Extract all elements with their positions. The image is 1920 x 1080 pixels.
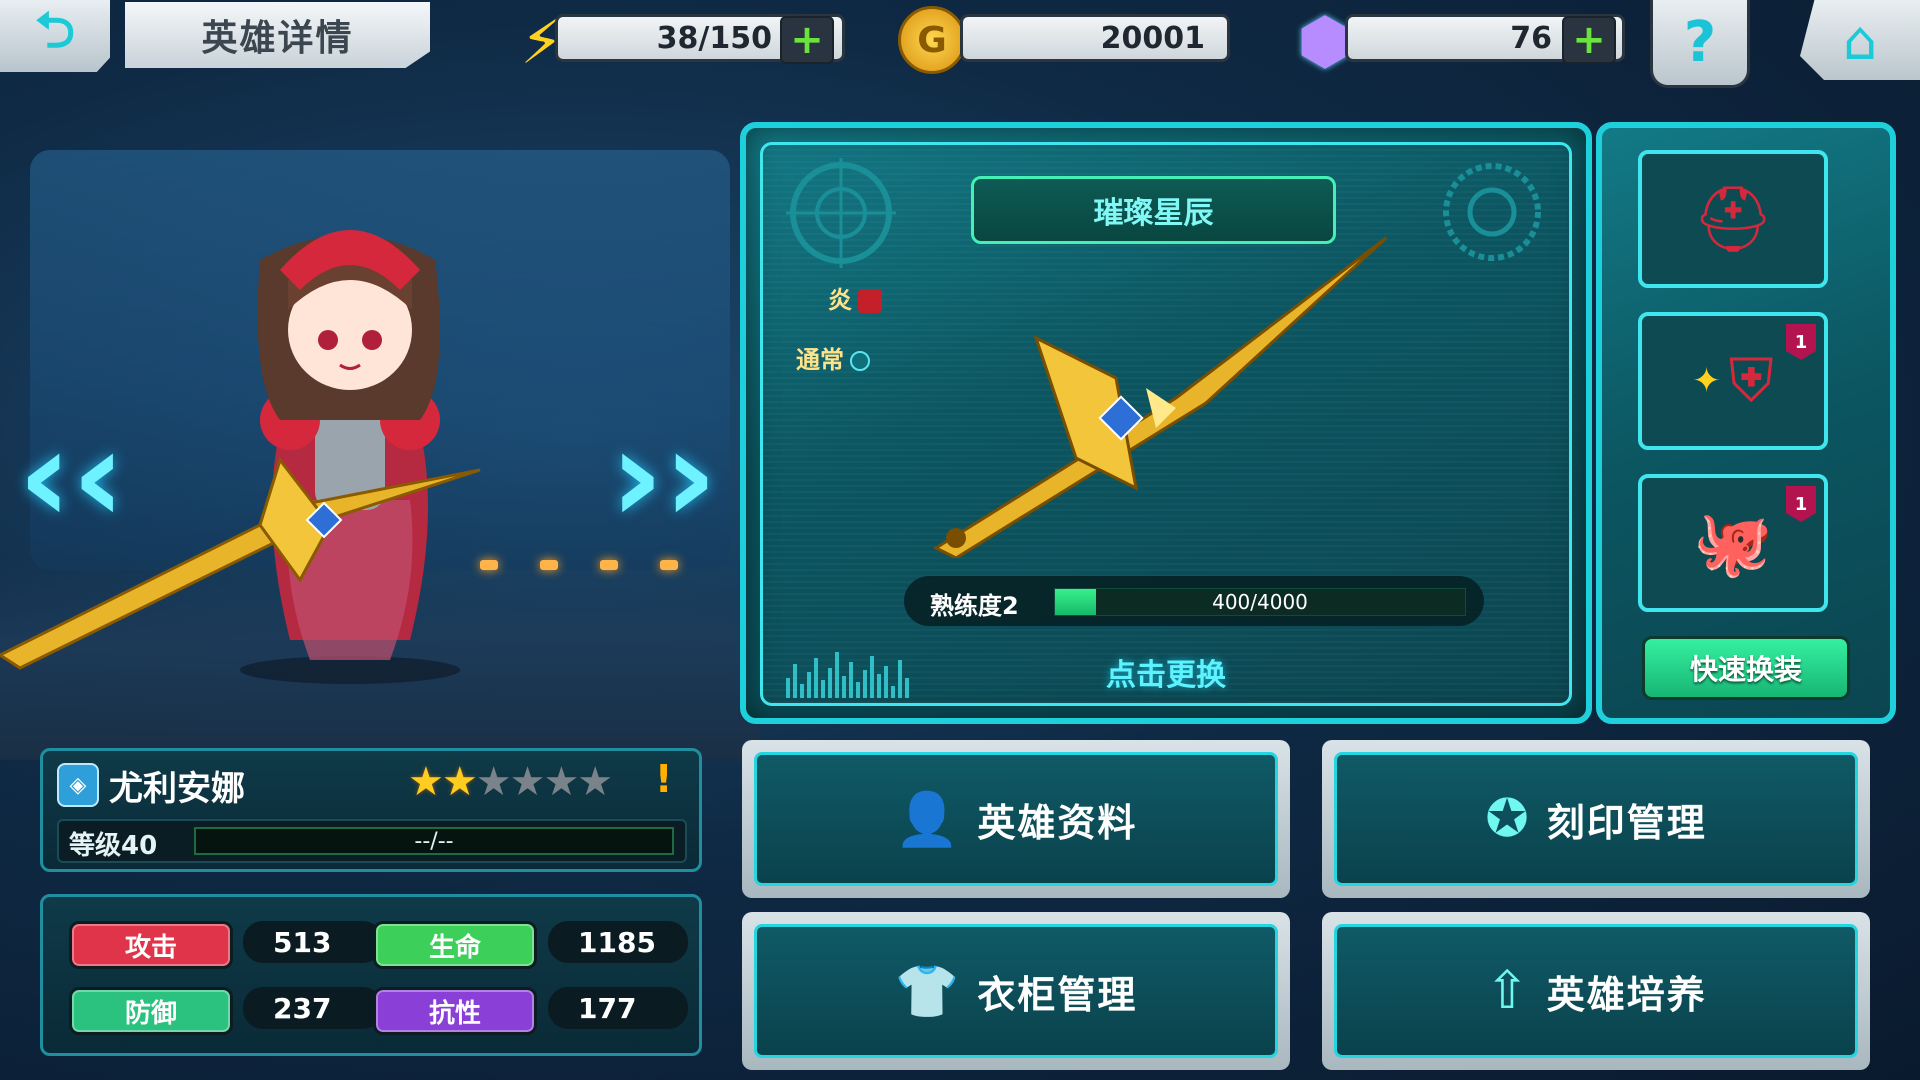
background-light — [660, 560, 678, 570]
hero-star-rating: ★★★★★★ — [408, 759, 613, 805]
sparkle-icon: ✦ — [1692, 361, 1721, 401]
imprint-button-face: ✪ 刻印管理 — [1334, 752, 1858, 886]
octopus-pet-icon: 🐙 — [1693, 506, 1773, 581]
plus-icon: + — [1572, 17, 1606, 63]
quick-equip-button[interactable]: 快速换装 — [1642, 636, 1850, 700]
level-up-user-icon: ⇧ — [1485, 961, 1529, 1021]
stat-label-hp: 生命 — [373, 921, 537, 969]
training-label: 英雄培养 — [1546, 972, 1707, 1017]
stat-value-hp: 1185 — [548, 921, 688, 963]
next-hero-arrow-icon[interactable]: ›› — [610, 400, 717, 552]
change-weapon-button[interactable]: 点击更换 — [1106, 650, 1226, 694]
stat-label-resistance: 抗性 — [373, 987, 537, 1035]
imprint-label: 刻印管理 — [1546, 800, 1707, 845]
weapon-element: 炎 — [828, 280, 882, 315]
hero-level: 等级40 — [69, 831, 158, 861]
training-button-face: ⇧ 英雄培养 — [1334, 924, 1858, 1058]
hero-info-button[interactable]: 👤 英雄资料 — [742, 740, 1290, 898]
star-empty-icon: ★ — [475, 759, 512, 805]
equipment-slot-helmet[interactable]: ⛑ — [1638, 150, 1828, 288]
upgrade-badge: 1 — [1786, 486, 1816, 522]
fire-element-icon — [858, 289, 882, 313]
stat-value-attack: 513 — [243, 921, 383, 963]
level-row: 等级40 --/-- — [57, 819, 687, 863]
back-arrow-icon: ⮌ — [34, 0, 76, 59]
stat-label-attack: 攻击 — [69, 921, 233, 969]
armor-icon: ⛨ — [1728, 346, 1774, 416]
background-light — [540, 560, 558, 570]
target-reticle-icon — [786, 158, 896, 268]
background-light — [600, 560, 618, 570]
normal-attack-icon — [850, 351, 870, 371]
gem-value: 76 — [1510, 20, 1552, 56]
hero-stats-panel: 攻击 513 生命 1185 防御 237 抗性 177 — [40, 894, 702, 1056]
proficiency-bar: 400/4000 — [1054, 588, 1466, 616]
star-filled-icon: ★ — [441, 759, 478, 805]
equalizer-decoration — [786, 648, 946, 698]
wardrobe-button[interactable]: 👕 衣柜管理 — [742, 912, 1290, 1070]
wardrobe-button-face: 👕 衣柜管理 — [754, 924, 1278, 1058]
helmet-icon: ⛑ — [1692, 182, 1774, 257]
gold-bar: 20001 — [960, 14, 1230, 62]
exp-text: --/-- — [414, 828, 454, 854]
training-button[interactable]: ⇧ 英雄培养 — [1322, 912, 1870, 1070]
star-empty-icon: ★ — [543, 759, 579, 805]
imprint-crest-icon: ✪ — [1485, 789, 1529, 849]
page-title: 英雄详情 — [201, 18, 354, 59]
proficiency-value: 400/4000 — [1212, 590, 1308, 614]
gold-value: 20001 — [1100, 20, 1205, 56]
hero-info-button-face: 👤 英雄资料 — [754, 752, 1278, 886]
hero-info-panel: ◈ 尤利安娜 ★★★★★★ ! 等级40 --/-- — [40, 748, 702, 872]
equipment-panel: ⛑ ✦ ⛨ 1 🐙 1 快速换装 — [1596, 122, 1896, 724]
equipment-slot-armor[interactable]: ✦ ⛨ 1 — [1638, 312, 1828, 450]
add-energy-button[interactable]: + — [780, 16, 834, 64]
gold-coin-icon: G — [898, 6, 966, 74]
plus-icon: + — [790, 17, 824, 63]
hero-name: 尤利安娜 — [109, 769, 245, 809]
home-button[interactable]: ⌂ — [1800, 0, 1920, 80]
proficiency-row: 熟练度2 400/4000 — [904, 576, 1484, 626]
question-icon: ? — [1683, 10, 1717, 75]
energy-value: 38/150 — [656, 20, 772, 56]
exp-bar: --/-- — [194, 827, 674, 855]
alert-exclamation-icon[interactable]: ! — [655, 757, 672, 801]
imprint-button[interactable]: ✪ 刻印管理 — [1322, 740, 1870, 898]
star-empty-icon: ★ — [577, 759, 613, 805]
user-profile-icon: 👤 — [894, 789, 960, 850]
stat-value-defense: 237 — [243, 987, 383, 1029]
weapon-golden-sword-image — [932, 236, 1388, 558]
hero-golden-sword-image — [0, 456, 481, 670]
shirt-icon: 👕 — [894, 961, 960, 1022]
proficiency-label: 熟练度2 — [930, 592, 1019, 620]
weapon-attack-type: 通常 — [796, 340, 870, 375]
star-empty-icon: ★ — [509, 759, 546, 805]
hero-info-label: 英雄资料 — [977, 800, 1138, 845]
help-button[interactable]: ? — [1650, 0, 1750, 88]
stat-label-defense: 防御 — [69, 987, 233, 1035]
page-title-plate: 英雄详情 — [125, 2, 430, 68]
back-button[interactable]: ⮌ — [0, 0, 110, 72]
weapon-attack-type-label: 通常 — [796, 346, 844, 374]
radar-dial-icon — [1443, 163, 1541, 261]
star-filled-icon: ★ — [408, 759, 444, 805]
upgrade-badge: 1 — [1786, 324, 1816, 360]
hero-class-badge-icon: ◈ — [57, 763, 99, 807]
weapon-element-label: 炎 — [828, 286, 852, 314]
home-icon: ⌂ — [1842, 8, 1878, 72]
equipment-slot-pet[interactable]: 🐙 1 — [1638, 474, 1828, 612]
add-gem-button[interactable]: + — [1562, 16, 1616, 64]
wardrobe-label: 衣柜管理 — [977, 972, 1138, 1017]
stat-value-resistance: 177 — [548, 987, 688, 1029]
weapon-panel[interactable]: 璀璨星辰 炎 通常 熟练度2 400/4000 点击更换 — [740, 122, 1592, 724]
